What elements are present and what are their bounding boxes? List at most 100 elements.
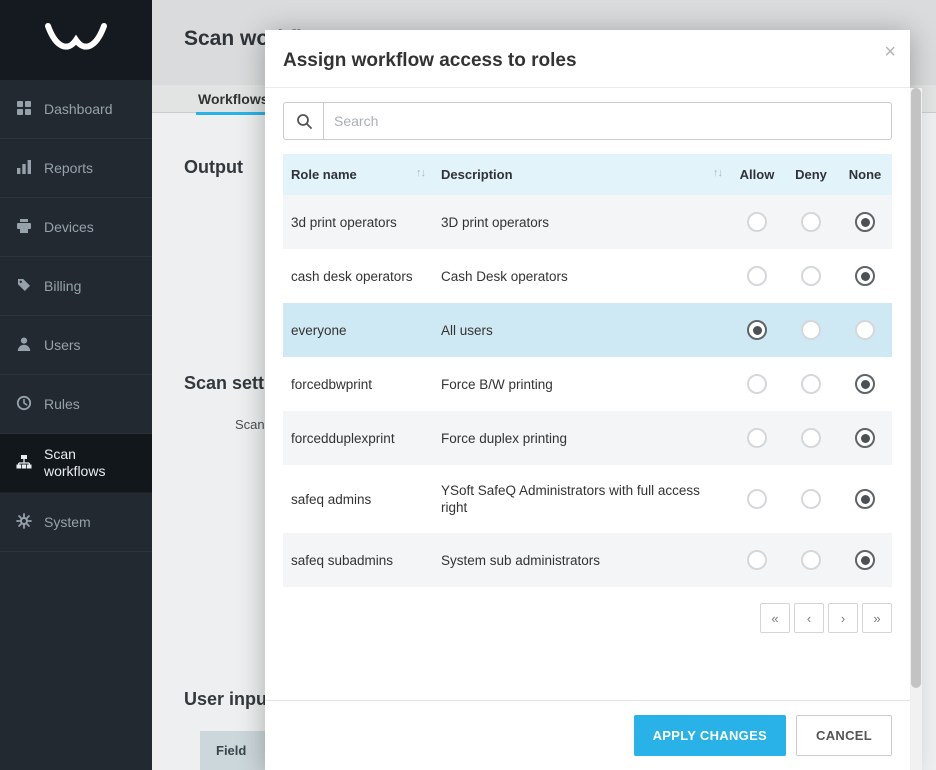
table-row[interactable]: forcedbwprint Force B/W printing bbox=[283, 357, 892, 411]
sidebar-item-devices[interactable]: Devices bbox=[0, 198, 152, 257]
sidebar-item-label: Billing bbox=[44, 278, 81, 295]
sidebar-item-label: Scan workflows bbox=[44, 446, 136, 480]
sidebar-item-rules[interactable]: Rules bbox=[0, 375, 152, 434]
modal-body: Role name ↑↓ Description ↑↓ Allow Deny N… bbox=[265, 88, 910, 700]
role-name-cell: safeq subadmins bbox=[283, 533, 433, 587]
gear-icon bbox=[16, 513, 32, 532]
sort-icon[interactable]: ↑↓ bbox=[713, 167, 722, 179]
allow-radio[interactable] bbox=[747, 374, 767, 394]
allow-radio[interactable] bbox=[747, 428, 767, 448]
description-cell: System sub administrators bbox=[433, 533, 730, 587]
none-radio[interactable] bbox=[855, 489, 875, 509]
table-row[interactable]: everyone All users bbox=[283, 303, 892, 357]
column-header-allow: Allow bbox=[730, 154, 784, 195]
user-icon bbox=[16, 336, 32, 355]
none-radio[interactable] bbox=[855, 550, 875, 570]
modal-footer: APPLY CHANGES CANCEL bbox=[265, 700, 910, 770]
deny-radio[interactable] bbox=[801, 374, 821, 394]
role-name-header-label: Role name bbox=[291, 167, 357, 182]
pagination-prev-button[interactable]: ‹ bbox=[794, 603, 824, 633]
role-name-cell: safeq admins bbox=[283, 465, 433, 533]
apply-changes-button[interactable]: APPLY CHANGES bbox=[634, 715, 786, 756]
section-heading-output: Output bbox=[184, 157, 243, 178]
sidebar-item-system[interactable]: System bbox=[0, 493, 152, 552]
sidebar-item-scan-workflows[interactable]: Scan workflows bbox=[0, 434, 152, 493]
role-name-cell: cash desk operators bbox=[283, 249, 433, 303]
sidebar-item-label: Devices bbox=[44, 219, 94, 236]
sidebar-item-users[interactable]: Users bbox=[0, 316, 152, 375]
none-radio[interactable] bbox=[855, 374, 875, 394]
pagination-next-button[interactable]: › bbox=[828, 603, 858, 633]
deny-radio[interactable] bbox=[801, 428, 821, 448]
pagination: « ‹ › » bbox=[283, 603, 892, 633]
none-radio[interactable] bbox=[855, 212, 875, 232]
column-header-role-name[interactable]: Role name ↑↓ bbox=[283, 154, 433, 195]
close-icon[interactable]: × bbox=[884, 42, 896, 62]
dashboard-icon bbox=[16, 100, 32, 119]
sidebar-item-reports[interactable]: Reports bbox=[0, 139, 152, 198]
pagination-first-button[interactable]: « bbox=[760, 603, 790, 633]
modal-scrollbar[interactable] bbox=[910, 88, 922, 770]
table-row[interactable]: safeq subadmins System sub administrator… bbox=[283, 533, 892, 587]
search-icon bbox=[283, 102, 323, 140]
sort-icon[interactable]: ↑↓ bbox=[416, 167, 425, 179]
description-cell: YSoft SafeQ Administrators with full acc… bbox=[433, 465, 730, 533]
roles-table-body: 3d print operators 3D print operators ca… bbox=[283, 195, 892, 587]
modal-header: Assign workflow access to roles × bbox=[265, 30, 910, 88]
sidebar-item-label: Dashboard bbox=[44, 101, 113, 118]
clock-icon bbox=[16, 395, 32, 414]
none-radio[interactable] bbox=[855, 266, 875, 286]
allow-radio[interactable] bbox=[747, 266, 767, 286]
allow-radio[interactable] bbox=[747, 489, 767, 509]
printer-icon bbox=[16, 218, 32, 237]
role-name-cell: 3d print operators bbox=[283, 195, 433, 249]
role-name-cell: forcedbwprint bbox=[283, 357, 433, 411]
tab-workflows[interactable]: Workflows bbox=[196, 88, 271, 115]
table-row[interactable]: safeq admins YSoft SafeQ Administrators … bbox=[283, 465, 892, 533]
ysoft-logo-icon bbox=[40, 18, 112, 63]
none-radio[interactable] bbox=[855, 428, 875, 448]
deny-radio[interactable] bbox=[801, 266, 821, 286]
sidebar-item-label: System bbox=[44, 514, 91, 531]
deny-radio[interactable] bbox=[801, 489, 821, 509]
allow-radio[interactable] bbox=[747, 550, 767, 570]
deny-radio[interactable] bbox=[801, 320, 821, 340]
roles-table-header-row: Role name ↑↓ Description ↑↓ Allow Deny N… bbox=[283, 154, 892, 195]
sidebar-item-label: Rules bbox=[44, 396, 80, 413]
tag-icon bbox=[16, 277, 32, 296]
scan-form-label: Scan bbox=[235, 417, 265, 432]
column-header-deny: Deny bbox=[784, 154, 838, 195]
column-header-description[interactable]: Description ↑↓ bbox=[433, 154, 730, 195]
reports-icon bbox=[16, 159, 32, 178]
scrollbar-thumb[interactable] bbox=[911, 88, 921, 688]
sidebar-item-label: Users bbox=[44, 337, 81, 354]
allow-radio[interactable] bbox=[747, 320, 767, 340]
sidebar: Dashboard Reports Devices Billing bbox=[0, 0, 152, 770]
logo-block[interactable] bbox=[0, 0, 152, 80]
description-cell: All users bbox=[433, 303, 730, 357]
description-cell: 3D print operators bbox=[433, 195, 730, 249]
sidebar-item-dashboard[interactable]: Dashboard bbox=[0, 80, 152, 139]
description-header-label: Description bbox=[441, 167, 513, 182]
pagination-last-button[interactable]: » bbox=[862, 603, 892, 633]
role-name-cell: forcedduplexprint bbox=[283, 411, 433, 465]
sidebar-item-label: Reports bbox=[44, 160, 93, 177]
search-input[interactable] bbox=[323, 102, 892, 140]
table-row[interactable]: 3d print operators 3D print operators bbox=[283, 195, 892, 249]
table-row[interactable]: forcedduplexprint Force duplex printing bbox=[283, 411, 892, 465]
roles-table: Role name ↑↓ Description ↑↓ Allow Deny N… bbox=[283, 154, 892, 587]
description-cell: Force duplex printing bbox=[433, 411, 730, 465]
table-row[interactable]: cash desk operators Cash Desk operators bbox=[283, 249, 892, 303]
cancel-button[interactable]: CANCEL bbox=[796, 715, 892, 756]
sidebar-item-billing[interactable]: Billing bbox=[0, 257, 152, 316]
role-name-cell: everyone bbox=[283, 303, 433, 357]
allow-radio[interactable] bbox=[747, 212, 767, 232]
none-radio[interactable] bbox=[855, 320, 875, 340]
modal-title: Assign workflow access to roles bbox=[283, 50, 892, 72]
description-cell: Cash Desk operators bbox=[433, 249, 730, 303]
sitemap-icon bbox=[16, 454, 32, 473]
assign-roles-modal: Assign workflow access to roles × Role n… bbox=[265, 30, 910, 770]
search-group bbox=[283, 102, 892, 140]
deny-radio[interactable] bbox=[801, 550, 821, 570]
deny-radio[interactable] bbox=[801, 212, 821, 232]
